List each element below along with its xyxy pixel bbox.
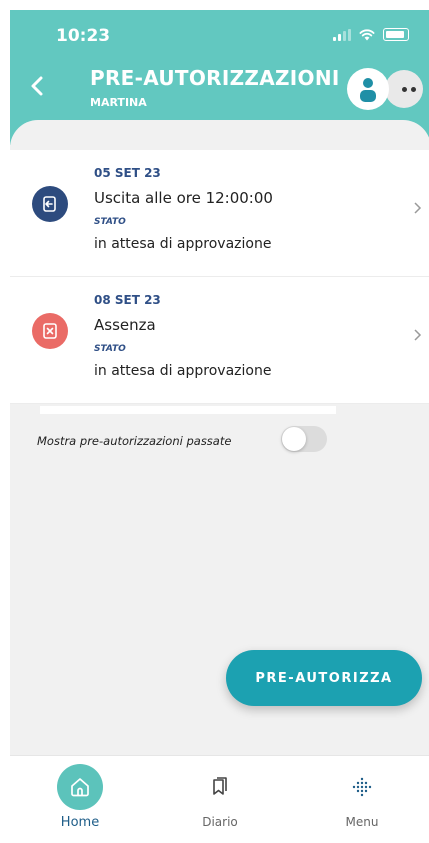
page-title: PRE-AUTORIZZAZIONI (90, 66, 340, 90)
preauth-item[interactable]: 08 SET 23 Assenza STATO in attesa di app… (10, 277, 429, 404)
chevron-right-icon (414, 329, 422, 341)
wifi-icon (359, 28, 375, 40)
chevron-right-icon (414, 202, 422, 214)
state-value: in attesa di approvazione (94, 236, 272, 252)
preauth-date: 08 SET 23 (94, 293, 161, 307)
page-subtitle: MARTINA (90, 96, 147, 109)
preauth-item[interactable]: 05 SET 23 Uscita alle ore 12:00:00 STATO… (10, 150, 429, 277)
nav-menu[interactable]: Menu (302, 756, 422, 843)
avatar[interactable] (347, 68, 389, 110)
state-label: STATO (94, 344, 126, 354)
bottom-nav: Home Diario Menu (10, 755, 429, 843)
state-value: in attesa di approvazione (94, 363, 272, 379)
absence-x-icon (32, 313, 68, 349)
preauthorize-button[interactable]: PRE-AUTORIZZA (226, 650, 422, 706)
past-toggle-row: Mostra pre-autorizzazioni passate (37, 426, 337, 456)
back-button[interactable] (24, 72, 52, 100)
toggle-label: Mostra pre-autorizzazioni passate (37, 434, 232, 448)
person-icon (360, 78, 376, 102)
exit-door-icon (32, 186, 68, 222)
show-past-toggle[interactable] (281, 426, 327, 452)
home-icon (57, 764, 103, 810)
nav-diario-label: Diario (202, 815, 238, 829)
status-time: 10:23 (56, 26, 111, 46)
preauth-date: 05 SET 23 (94, 166, 161, 180)
status-icons (333, 28, 409, 41)
preauth-list: 05 SET 23 Uscita alle ore 12:00:00 STATO… (10, 150, 429, 404)
toggle-knob (282, 427, 306, 451)
battery-icon (383, 28, 409, 41)
nav-diario[interactable]: Diario (160, 756, 280, 843)
nav-home[interactable]: Home (20, 756, 140, 843)
status-bar: 10:23 (10, 10, 429, 58)
dots-grid-icon (339, 764, 385, 810)
nav-menu-label: Menu (345, 815, 379, 829)
signal-icon (333, 28, 351, 41)
bookmarks-icon (197, 764, 243, 810)
chevron-left-icon (31, 76, 43, 96)
avatar-group (347, 66, 423, 110)
more-options-button[interactable] (385, 70, 423, 108)
nav-home-label: Home (60, 815, 100, 830)
preauth-description: Assenza (94, 316, 156, 334)
list-footer (40, 406, 336, 414)
preauth-description: Uscita alle ore 12:00:00 (94, 189, 273, 207)
app-screen: 10:23 PRE-AUTORIZZAZIONI MARTINA 05 SET … (10, 10, 429, 843)
state-label: STATO (94, 217, 126, 227)
